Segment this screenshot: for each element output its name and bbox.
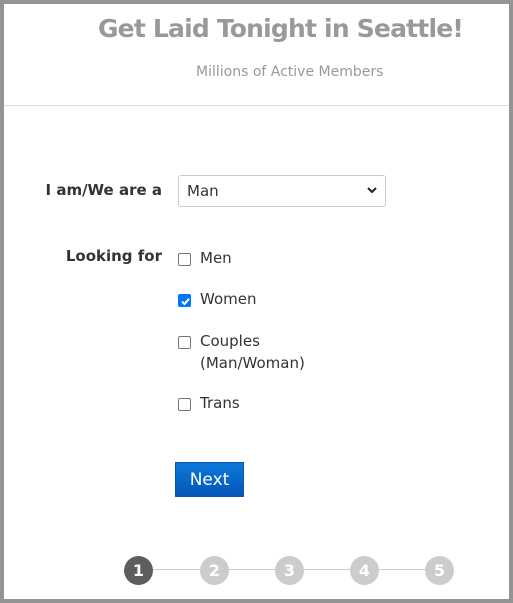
- step-1: 1: [124, 556, 153, 585]
- iam-label: I am/We are a: [45, 181, 162, 199]
- step-2: 2: [200, 556, 229, 585]
- men-checkbox[interactable]: [178, 253, 191, 266]
- step-indicator: 1 2 3 4 5: [124, 556, 456, 585]
- option-trans[interactable]: Trans: [178, 394, 240, 414]
- trans-label: Trans: [200, 394, 240, 412]
- page-title: Get Laid Tonight in Seattle!: [97, 14, 464, 43]
- chevron-down-icon: [367, 187, 377, 194]
- women-checkbox[interactable]: [178, 294, 191, 307]
- iam-select-value: Man: [187, 182, 219, 200]
- checkmark-icon: [181, 298, 190, 306]
- header-divider: [4, 105, 509, 106]
- looking-for-label: Looking for: [65, 247, 162, 265]
- men-label: Men: [200, 249, 232, 267]
- page-subtitle: Millions of Active Members: [196, 64, 384, 80]
- step-5: 5: [425, 556, 454, 585]
- signup-panel: Get Laid Tonight in Seattle! Millions of…: [4, 4, 509, 599]
- couples-label-line2: (Man/Woman): [200, 354, 305, 372]
- couples-label-line1: Couples: [200, 332, 260, 350]
- next-button[interactable]: Next: [175, 462, 244, 497]
- option-couples[interactable]: Couples (Man/Woman): [178, 330, 305, 374]
- step-3: 3: [275, 556, 304, 585]
- iam-select[interactable]: Man: [178, 175, 386, 207]
- option-women[interactable]: Women: [178, 290, 257, 310]
- couples-label: Couples (Man/Woman): [200, 330, 305, 374]
- trans-checkbox[interactable]: [178, 398, 191, 411]
- step-4: 4: [350, 556, 379, 585]
- option-men[interactable]: Men: [178, 249, 232, 269]
- couples-checkbox[interactable]: [178, 336, 191, 349]
- women-label: Women: [200, 290, 257, 308]
